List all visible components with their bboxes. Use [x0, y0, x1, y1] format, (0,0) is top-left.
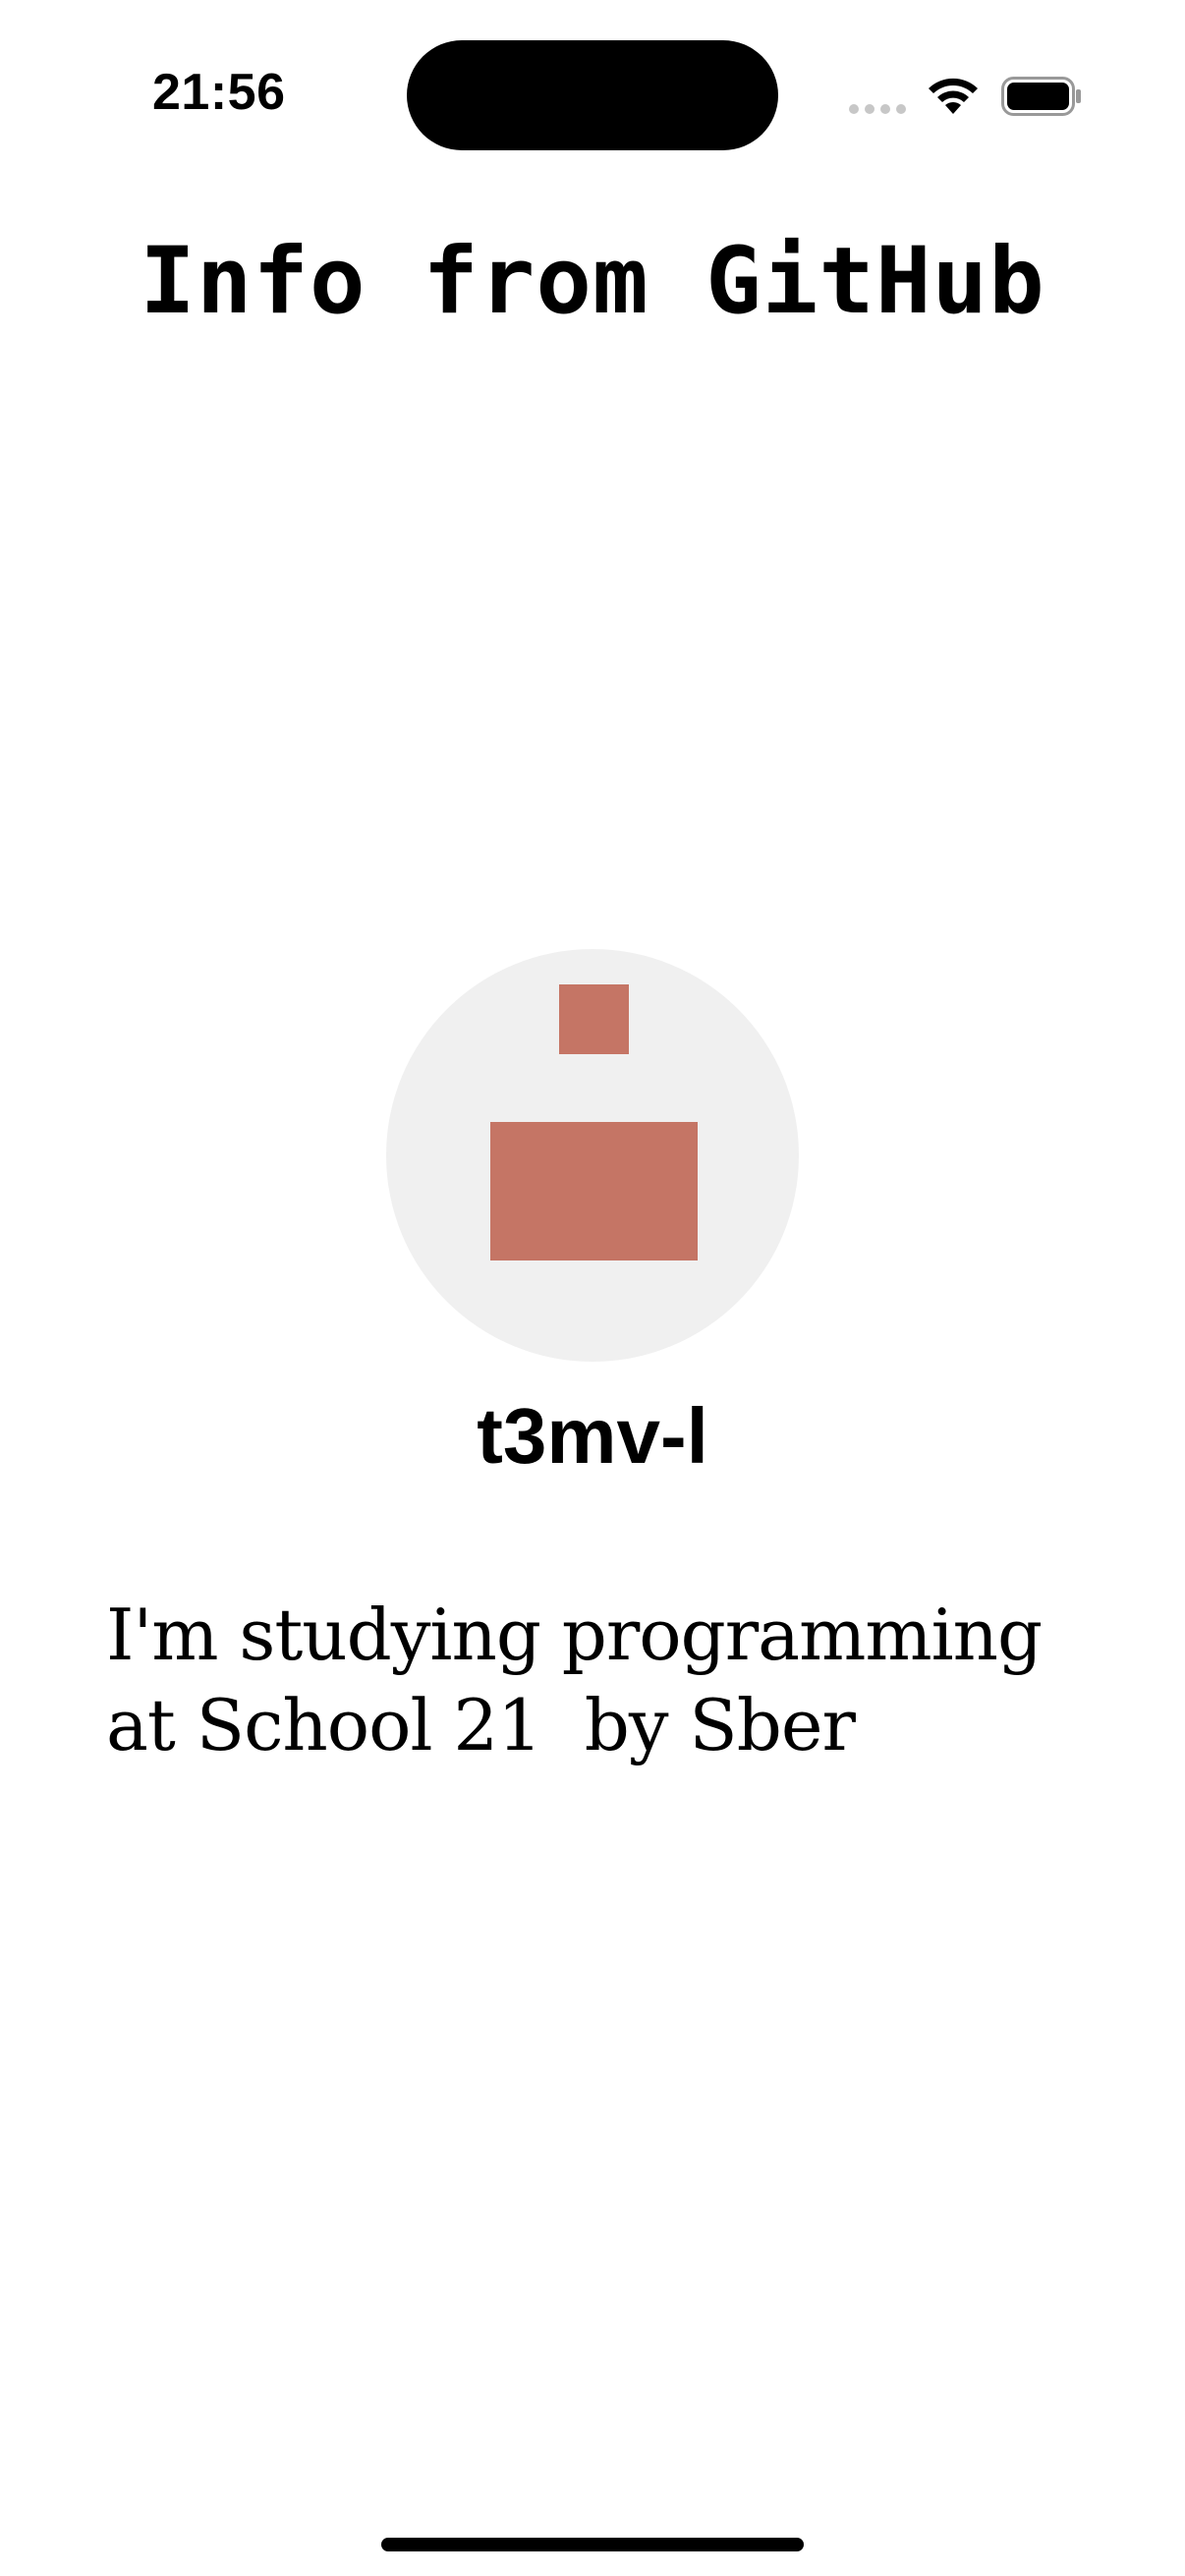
status-time: 21:56	[152, 64, 286, 121]
wifi-icon	[929, 78, 978, 114]
bio-text: I'm studying programming at School 21 by…	[106, 1594, 1043, 1766]
username: t3mv-l	[477, 1392, 708, 1480]
home-indicator[interactable]	[381, 2538, 804, 2551]
page-title: Info from GitHub	[140, 228, 1045, 335]
battery-icon	[1001, 77, 1081, 116]
avatar	[386, 949, 799, 1362]
dynamic-island	[407, 40, 778, 150]
identicon-avatar-icon	[490, 984, 698, 1260]
status-bar: 21:56	[0, 0, 1185, 187]
cellular-signal-icon	[849, 104, 906, 114]
